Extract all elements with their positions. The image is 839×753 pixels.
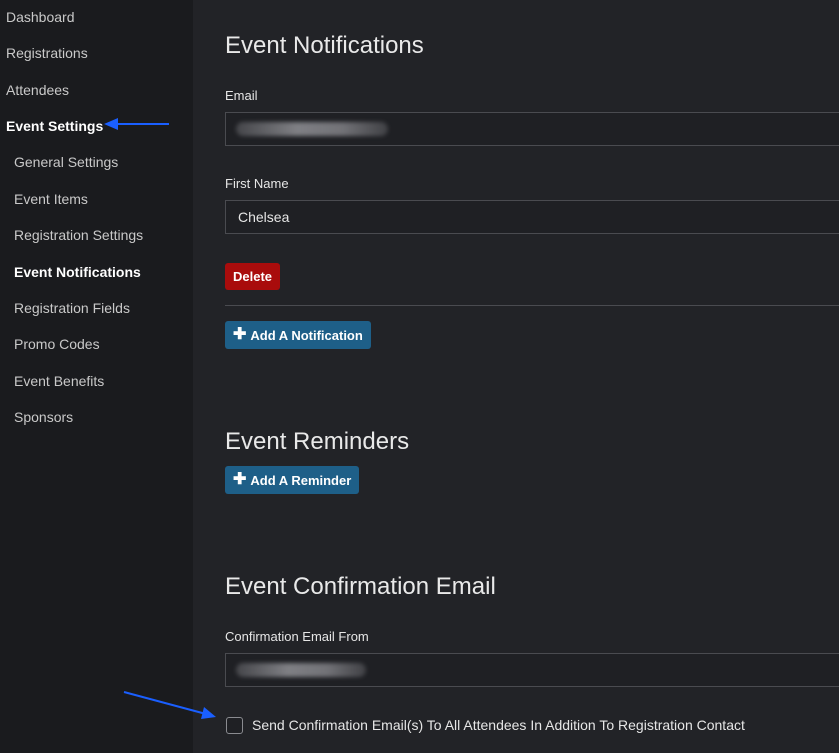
- annotation-arrow-checkbox: [123, 691, 216, 719]
